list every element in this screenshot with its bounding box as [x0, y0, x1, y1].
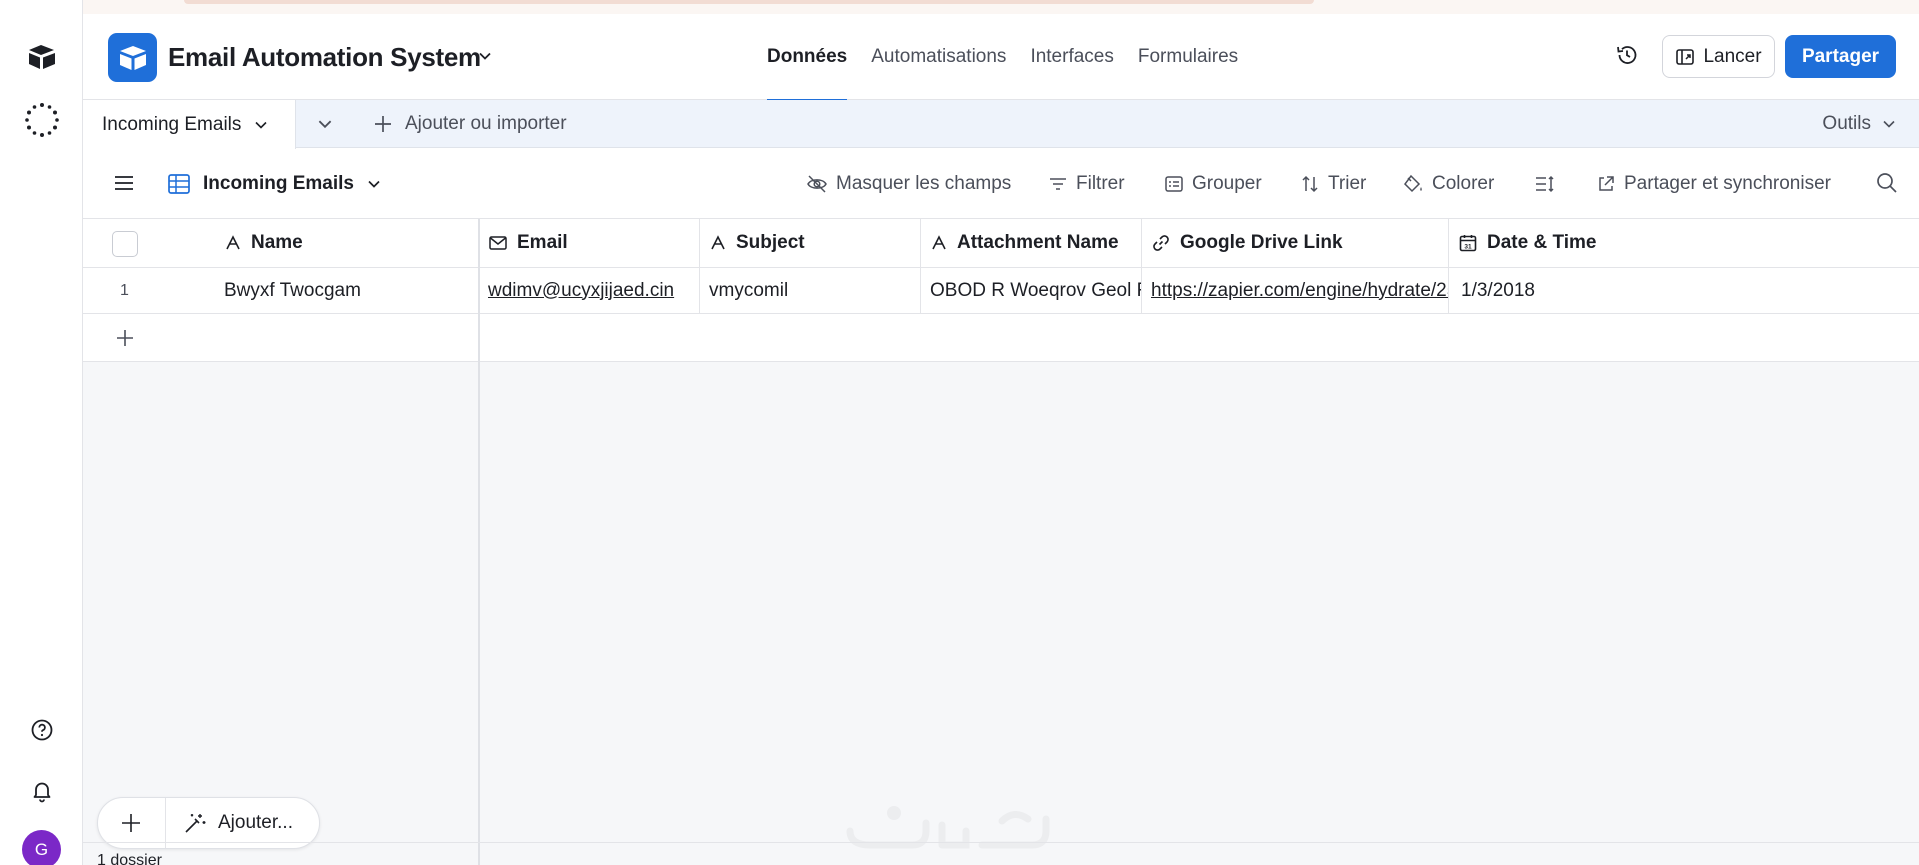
app-header: Email Automation System Données Automati… [83, 14, 1919, 101]
column-label: Date & Time [1487, 232, 1597, 253]
cell-attachment-name[interactable]: OBOD R Woeqrov Geol Fep... [921, 268, 1142, 313]
launch-button[interactable]: Lancer [1662, 35, 1775, 78]
watermark-logo [846, 806, 1050, 849]
sort-label: Trier [1328, 173, 1367, 194]
add-record-row[interactable] [83, 314, 1919, 362]
column-header-google-drive-link[interactable]: Google Drive Link [1142, 219, 1449, 267]
group-button[interactable]: Grouper [1164, 149, 1262, 219]
share-button[interactable]: Partager [1785, 35, 1896, 78]
column-label: Attachment Name [957, 232, 1119, 253]
email-field-icon [489, 236, 507, 250]
record-count: 1 dossier [97, 852, 162, 865]
grid-view-icon [168, 174, 190, 194]
date-field-icon: 31 [1459, 235, 1477, 252]
share-sync-label: Partager et synchroniser [1624, 173, 1831, 194]
base-logo-icon[interactable] [108, 33, 157, 82]
cell-email[interactable]: wdimv@ucyxjijaed.cin [479, 268, 700, 313]
cell-name[interactable]: Bwyxf Twocgam [206, 268, 479, 313]
history-icon[interactable] [1615, 43, 1639, 72]
tab-formulaires[interactable]: Formulaires [1126, 14, 1250, 100]
plus-icon[interactable] [115, 328, 135, 353]
add-or-import-button[interactable]: Ajouter ou importer [373, 100, 567, 148]
table-row[interactable]: 1 Bwyxf Twocgam wdimv@ucyxjijaed.cin vmy… [83, 268, 1919, 314]
magic-wand-icon[interactable] [183, 812, 207, 839]
filter-label: Filtrer [1076, 173, 1125, 194]
cell-google-drive-link[interactable]: https://zapier.com/engine/hydrate/257... [1142, 268, 1449, 313]
records-grid: Name Email Subject Attachment Name Googl… [83, 219, 1919, 865]
row-height-button[interactable] [1534, 149, 1556, 219]
footer-divider [83, 842, 1919, 843]
sort-button[interactable]: Trier [1300, 149, 1366, 219]
launch-label: Lancer [1703, 45, 1762, 67]
share-sync-button[interactable]: Partager et synchroniser [1596, 149, 1831, 219]
chevron-down-icon[interactable] [477, 48, 493, 69]
main-nav: Données Automatisations Interfaces Formu… [755, 14, 1250, 101]
table-tab-label: Incoming Emails [102, 113, 242, 135]
launch-icon [1676, 48, 1695, 65]
view-switcher[interactable]: Incoming Emails [167, 149, 382, 219]
tab-automatisations[interactable]: Automatisations [859, 14, 1018, 100]
top-banner-edge [82, 0, 1919, 14]
select-all-checkbox[interactable] [112, 231, 138, 257]
hide-fields-label: Masquer les champs [836, 173, 1012, 194]
table-tabs-bar: Incoming Emails Ajouter ou importer Outi… [83, 100, 1919, 149]
filter-icon [1050, 178, 1066, 190]
add-more-button[interactable]: Ajouter... [218, 798, 293, 848]
tools-label: Outils [1822, 113, 1871, 134]
column-header-name[interactable]: Name [215, 219, 479, 267]
workspace-loading-icon[interactable] [21, 99, 63, 141]
avatar-initial: G [34, 839, 49, 859]
group-icon [1165, 176, 1183, 192]
column-label: Subject [736, 232, 805, 253]
external-link-icon [1599, 176, 1614, 191]
hide-fields-button[interactable]: Masquer les champs [806, 149, 1011, 219]
color-button[interactable]: Colorer [1402, 149, 1494, 219]
filter-button[interactable]: Filtrer [1048, 149, 1125, 219]
tools-menu[interactable]: Outils [1822, 100, 1897, 148]
column-header-date-time[interactable]: 31 Date & Time [1449, 219, 1919, 267]
column-header-email[interactable]: Email [479, 219, 700, 267]
cell-date-time[interactable]: 1/3/2018 [1449, 268, 1919, 313]
eye-slash-icon [807, 175, 827, 193]
column-header-subject[interactable]: Subject [700, 219, 921, 267]
base-title[interactable]: Email Automation System [168, 42, 481, 73]
table-tab-incoming-emails[interactable]: Incoming Emails [83, 100, 296, 149]
chevron-down-icon [255, 121, 267, 129]
paint-bucket-icon [1404, 174, 1422, 193]
search-icon[interactable] [1875, 171, 1899, 200]
group-label: Grouper [1192, 173, 1262, 194]
help-icon[interactable] [21, 709, 63, 751]
chevron-down-icon [1883, 120, 1895, 128]
text-field-icon [932, 235, 946, 250]
cell-subject[interactable]: vmycomil [700, 268, 921, 313]
row-height-icon [1536, 175, 1554, 193]
link-field-icon [1153, 235, 1169, 251]
text-field-icon [226, 235, 240, 250]
column-header-attachment-name[interactable]: Attachment Name [921, 219, 1142, 267]
plus-icon [375, 116, 391, 132]
column-label: Email [517, 232, 568, 253]
svg-text:31: 31 [1464, 244, 1472, 251]
column-label: Google Drive Link [1180, 232, 1343, 253]
hamburger-menu-icon[interactable] [113, 173, 135, 198]
text-field-icon [711, 235, 725, 250]
frozen-column-divider [478, 219, 480, 865]
column-label: Name [251, 232, 303, 253]
tab-interfaces[interactable]: Interfaces [1018, 14, 1125, 100]
notifications-bell-icon[interactable] [21, 770, 63, 812]
color-label: Colorer [1432, 173, 1495, 194]
grid-header-row: Name Email Subject Attachment Name Googl… [83, 219, 1919, 268]
user-avatar[interactable]: G [22, 830, 61, 865]
sort-icon [1302, 175, 1318, 193]
view-toolbar: Incoming Emails Masquer les champs Filtr… [83, 149, 1919, 219]
add-or-import-label: Ajouter ou importer [405, 113, 567, 134]
chevron-down-icon [368, 180, 380, 188]
left-rail: G [0, 0, 83, 865]
add-record-plus-icon[interactable] [120, 812, 142, 839]
home-logo-icon[interactable] [21, 36, 63, 78]
all-tables-chevron-icon[interactable] [316, 115, 334, 138]
view-name-label: Incoming Emails [203, 173, 354, 194]
tab-donnees[interactable]: Données [755, 14, 859, 101]
row-number: 1 [120, 282, 129, 299]
